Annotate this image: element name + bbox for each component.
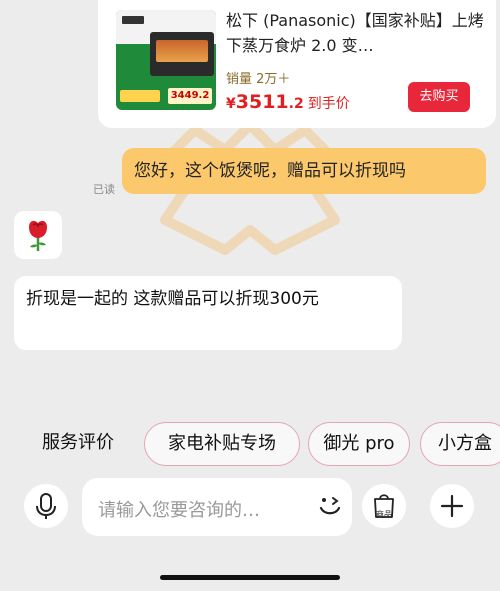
product-sales: 销量 2万＋ (226, 72, 291, 87)
price-decimal: .2 (288, 96, 304, 112)
price-currency: ¥ (226, 96, 236, 112)
read-status: 已读 (93, 183, 115, 196)
add-button[interactable] (430, 484, 474, 528)
thumbnail-price: 3449.2 (168, 88, 212, 104)
buy-button[interactable]: 去购买 (408, 82, 470, 112)
microphone-icon (36, 493, 56, 519)
price-integer: 3511 (235, 91, 289, 113)
quick-reply-bar: 服务评价 家电补贴专场 御光 pro 小方盒 (0, 422, 500, 468)
voice-input-button[interactable] (24, 484, 68, 528)
emoji-face-icon[interactable] (316, 492, 344, 520)
quick-reply-xiaofanghe[interactable]: 小方盒 (420, 422, 500, 466)
home-indicator (160, 575, 340, 580)
goods-label: 商品 (376, 510, 392, 519)
product-card[interactable]: 3449.2 松下 (Panasonic)【国家补贴】上烤下蒸万食炉 2.0 变… (98, 0, 496, 128)
product-title: 松下 (Panasonic)【国家补贴】上烤下蒸万食炉 2.0 变… (226, 11, 484, 55)
product-price: ¥3511.2 到手价 (226, 91, 350, 113)
plus-icon (440, 494, 464, 518)
price-suffix: 到手价 (307, 96, 350, 112)
input-placeholder: 请输入您要咨询的… (98, 500, 260, 521)
quick-reply-service-review[interactable]: 服务评价 (22, 422, 134, 466)
quick-reply-yuguang-pro[interactable]: 御光 pro (308, 422, 410, 466)
quick-reply-subsidy[interactable]: 家电补贴专场 (144, 422, 300, 466)
rose-icon (29, 220, 47, 251)
product-thumbnail[interactable]: 3449.2 (116, 10, 216, 110)
shopping-bag-icon (374, 494, 394, 518)
outgoing-message[interactable]: 您好，这个饭煲呢，赠品可以折现吗 (122, 148, 486, 194)
message-input[interactable]: 请输入您要咨询的… (82, 478, 352, 536)
incoming-emoji-message[interactable] (14, 211, 62, 259)
goods-button[interactable]: 商品 (362, 484, 406, 528)
incoming-message[interactable]: 折现是一起的 这款赠品可以折现300元 (14, 276, 402, 350)
